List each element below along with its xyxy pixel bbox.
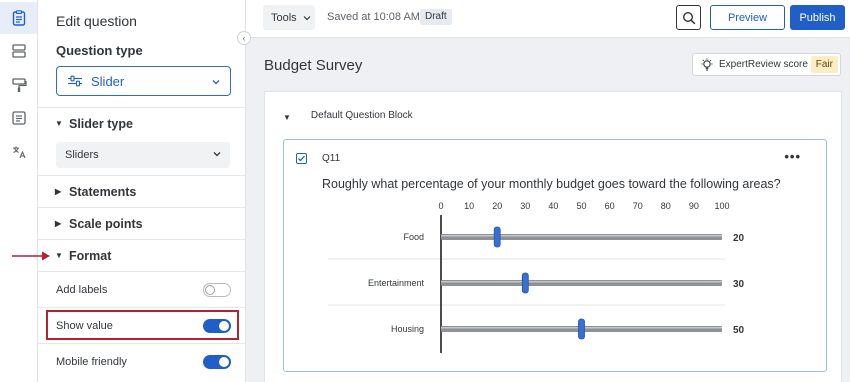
statement-label: Housing bbox=[391, 324, 424, 334]
blocks-icon[interactable] bbox=[9, 41, 29, 61]
panel-title: Edit question bbox=[56, 13, 137, 29]
slider-handle[interactable] bbox=[493, 226, 501, 248]
caret-right-icon: ▶ bbox=[55, 187, 62, 196]
search-icon bbox=[682, 11, 696, 25]
scale-tick-label: 0 bbox=[438, 201, 443, 211]
block-header[interactable]: ▼ Default Question Block bbox=[283, 109, 413, 122]
section-statements[interactable]: ▶ Statements bbox=[38, 175, 246, 207]
section-label: Format bbox=[69, 248, 112, 263]
expert-review-button[interactable]: ExpertReview score Fair bbox=[692, 53, 841, 76]
slider-track[interactable] bbox=[441, 234, 722, 240]
draft-badge: Draft bbox=[420, 9, 452, 25]
expert-review-label: ExpertReview score bbox=[719, 59, 808, 70]
question-type-label: Question type bbox=[56, 43, 143, 58]
format-option-add-labels: Add labels bbox=[38, 271, 246, 307]
statement-label: Food bbox=[403, 232, 424, 242]
block-name: Default Question Block bbox=[310, 110, 413, 121]
scale-tick-label: 40 bbox=[548, 201, 558, 211]
option-label: Mobile friendly bbox=[56, 355, 127, 368]
lightbulb-icon bbox=[700, 58, 714, 72]
caret-down-icon: ▼ bbox=[55, 251, 63, 260]
slider-type-value: Sliders bbox=[65, 149, 99, 161]
slider-type-select[interactable]: Sliders bbox=[56, 142, 230, 168]
scale-tick-label: 90 bbox=[689, 201, 699, 211]
tools-label: Tools bbox=[271, 11, 297, 24]
survey-flow-icon[interactable] bbox=[9, 108, 29, 128]
look-and-feel-icon[interactable] bbox=[9, 75, 29, 95]
slider-value-text: 20 bbox=[733, 233, 745, 244]
saved-status: Saved at 10:08 AM bbox=[327, 11, 420, 23]
slider-chart: 0 10 20 30 40 50 60 70 80 90 100 Food 20 Entertainmen… bbox=[328, 201, 745, 353]
edit-question-panel: Edit question Question type Slider ▼ Sli… bbox=[12, 0, 251, 382]
publish-button[interactable]: Publish bbox=[790, 5, 845, 30]
format-option-mobile-friendly: Mobile friendly bbox=[38, 343, 246, 379]
scale-tick-label: 60 bbox=[605, 201, 615, 211]
section-label: Statements bbox=[69, 184, 137, 199]
slider-matrix: 0 10 20 30 40 50 60 70 80 90 100 Food 20 Entertainmen… bbox=[284, 140, 828, 373]
section-slider-type[interactable]: ▼ Slider type bbox=[38, 107, 246, 139]
mobile-friendly-toggle[interactable] bbox=[203, 354, 231, 369]
chevron-down-icon bbox=[302, 13, 312, 23]
slider-track-highlight bbox=[441, 281, 722, 283]
section-label: Slider type bbox=[69, 116, 133, 131]
question-type-value: Slider bbox=[91, 73, 125, 89]
survey-icon[interactable] bbox=[0, 2, 37, 34]
preview-button[interactable]: Preview bbox=[710, 5, 785, 30]
statement-label: Entertainment bbox=[368, 278, 425, 288]
slider-value-text: 30 bbox=[733, 279, 745, 290]
slider-track-highlight bbox=[441, 235, 722, 237]
scale-tick-label: 70 bbox=[633, 201, 643, 211]
translate-icon[interactable] bbox=[9, 142, 29, 162]
section-format[interactable]: ▼ Format bbox=[38, 239, 246, 271]
scale-tick-label: 50 bbox=[576, 201, 586, 211]
section-scale-points[interactable]: ▶ Scale points bbox=[38, 207, 246, 239]
top-toolbar: Tools Saved at 10:08 AM Draft Preview Pu… bbox=[246, 0, 850, 38]
slider-track[interactable] bbox=[441, 280, 722, 286]
chevron-down-icon bbox=[211, 75, 221, 90]
question-card[interactable]: Q11 ••• Roughly what percentage of your … bbox=[283, 139, 827, 372]
caret-down-icon: ▼ bbox=[283, 113, 291, 122]
option-label: Add labels bbox=[56, 283, 108, 296]
section-label: Scale points bbox=[69, 216, 143, 231]
highlight-box bbox=[46, 310, 239, 340]
slider-type-icon bbox=[67, 75, 83, 87]
slider-value-text: 50 bbox=[733, 325, 745, 336]
scale-tick-label: 30 bbox=[520, 201, 530, 211]
expert-review-rating-badge: Fair bbox=[810, 56, 838, 73]
tools-menu[interactable]: Tools bbox=[263, 5, 315, 30]
collapse-panel-button[interactable]: ‹ bbox=[237, 31, 251, 45]
question-block: ▼ Default Question Block Q11 ••• Roughly… bbox=[264, 91, 842, 382]
slider-handle[interactable] bbox=[521, 272, 529, 294]
question-type-select[interactable]: Slider bbox=[56, 66, 231, 96]
caret-down-icon: ▼ bbox=[55, 119, 63, 128]
search-button[interactable] bbox=[676, 5, 701, 30]
add-labels-toggle[interactable] bbox=[203, 282, 231, 297]
caret-right-icon: ▶ bbox=[55, 219, 62, 228]
scale-tick-label: 20 bbox=[492, 201, 502, 211]
scale-tick-label: 80 bbox=[661, 201, 671, 211]
chevron-down-icon bbox=[212, 149, 222, 162]
survey-title: Budget Survey bbox=[264, 57, 363, 74]
annotation-arrow-icon bbox=[12, 250, 52, 265]
scale-tick-label: 10 bbox=[464, 201, 474, 211]
icon-rail bbox=[0, 0, 38, 382]
scale-tick-label: 100 bbox=[714, 201, 729, 211]
slider-handle[interactable] bbox=[578, 318, 585, 340]
